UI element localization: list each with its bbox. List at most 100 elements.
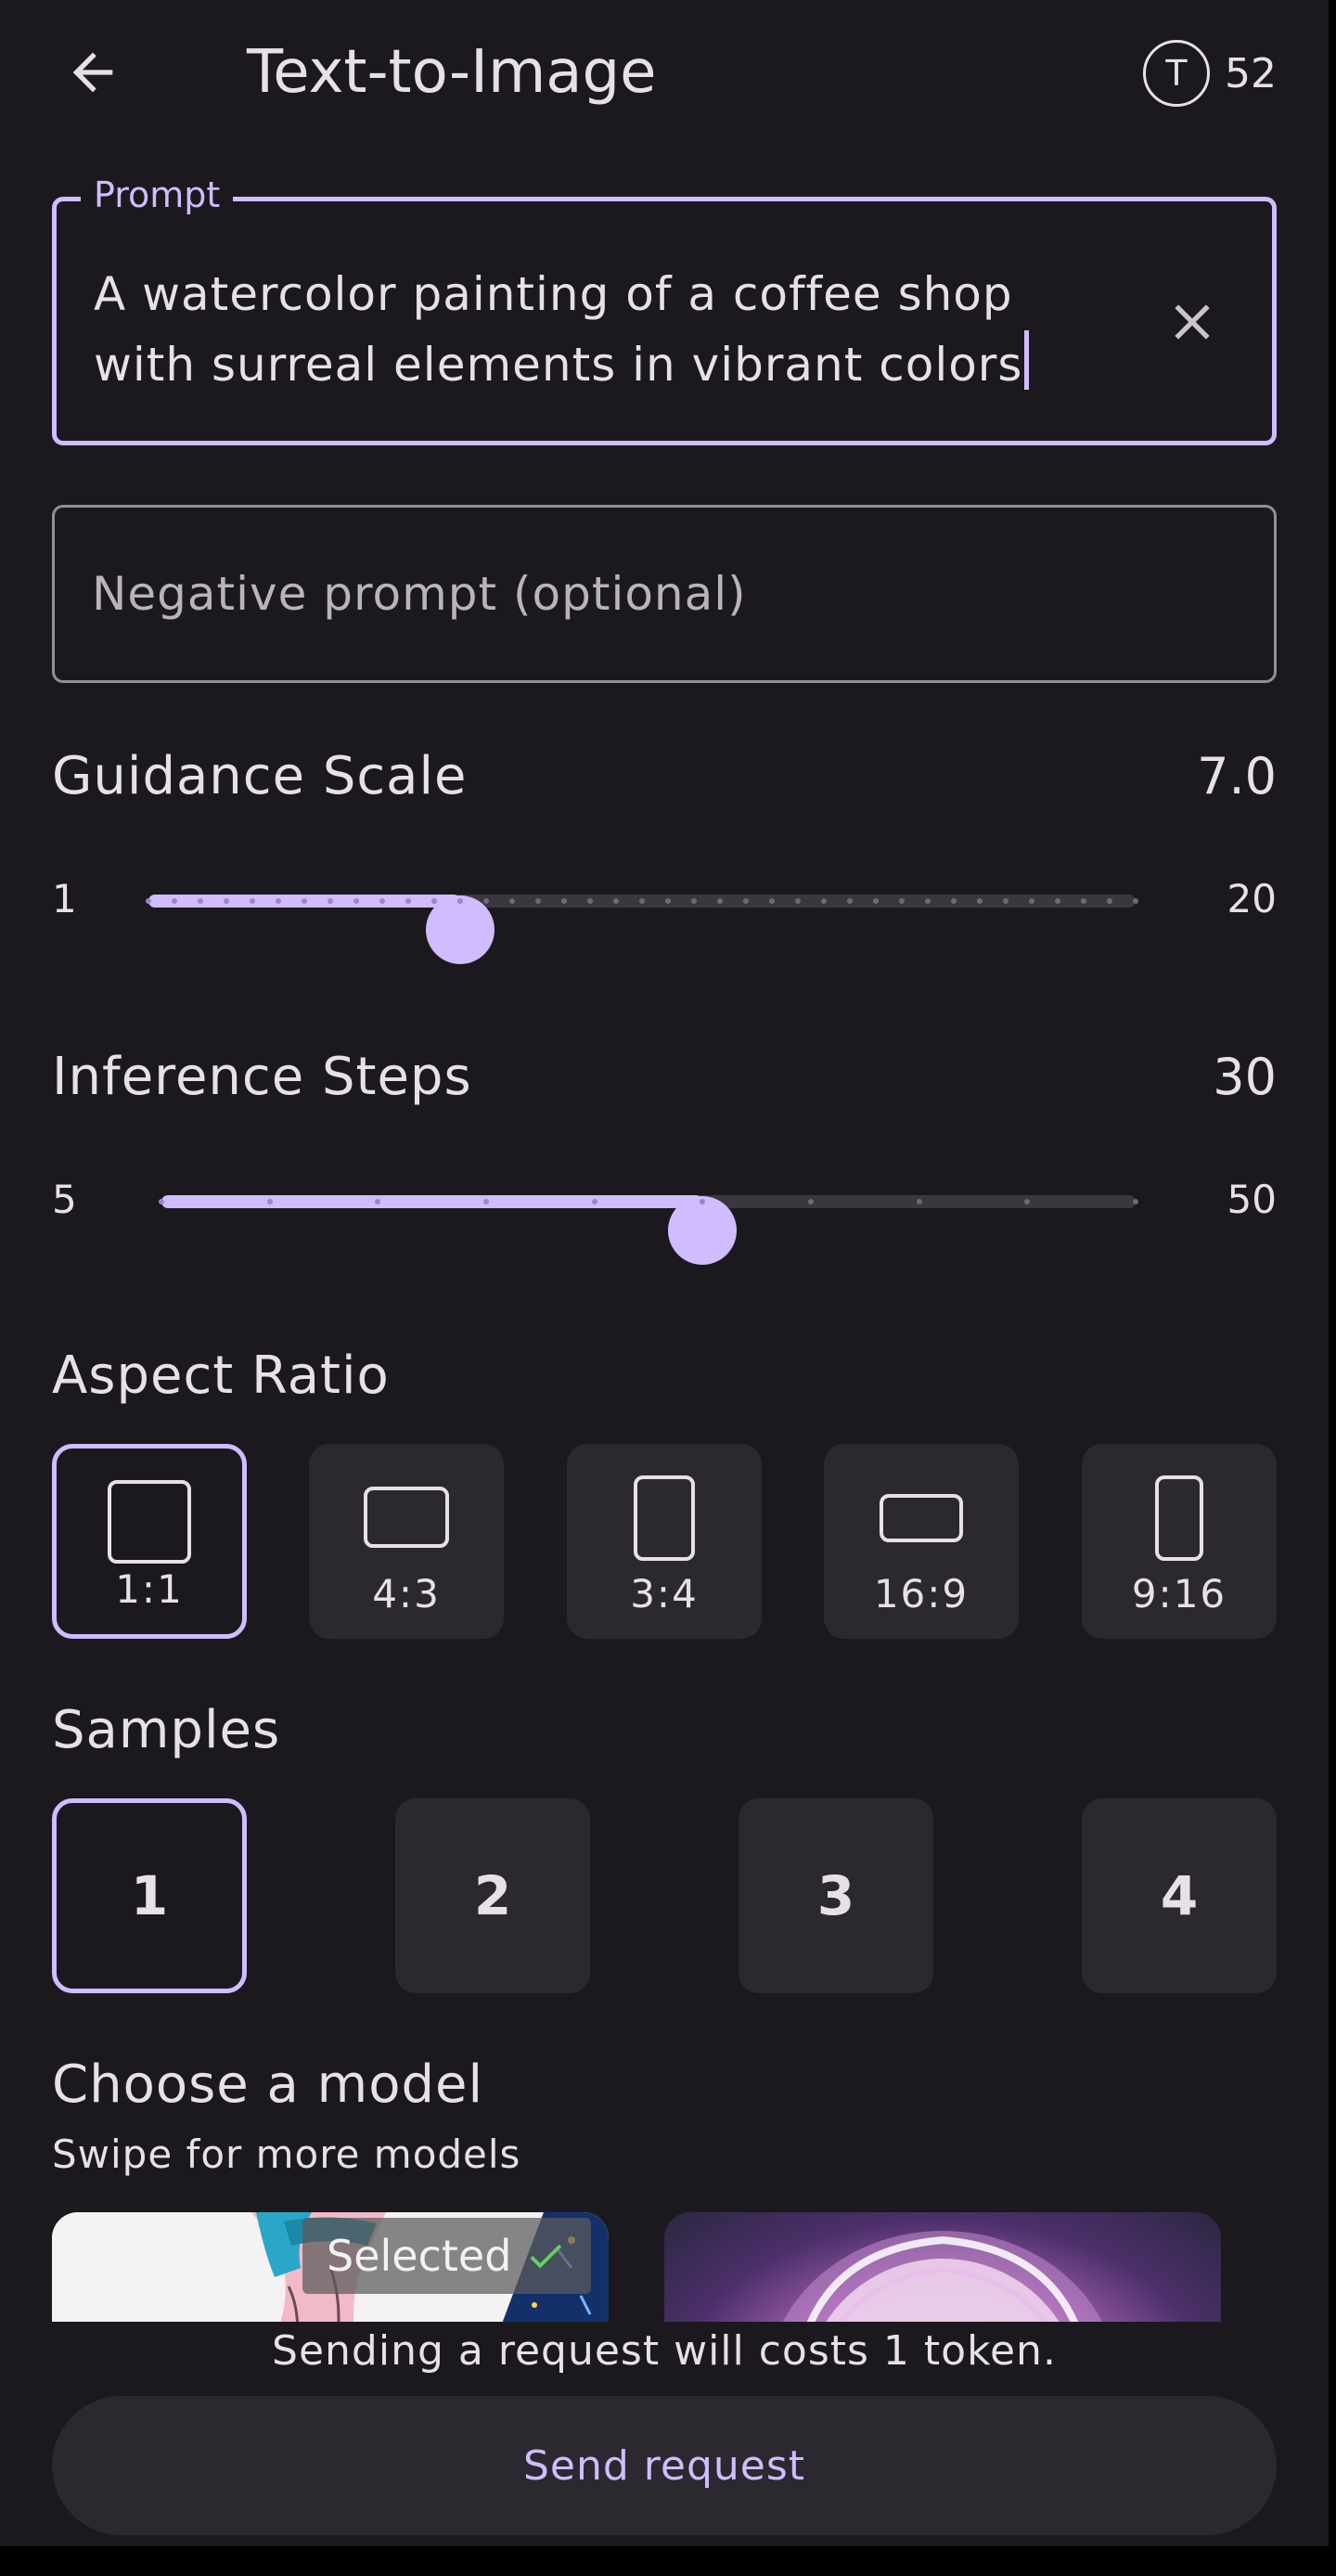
prompt-input[interactable]: A watercolor painting of a coffee shop w… <box>94 259 1114 400</box>
send-request-button[interactable]: Send request <box>52 2396 1277 2535</box>
selected-badge: Selected <box>302 2218 592 2294</box>
slider-tick <box>665 898 671 904</box>
slider-tick <box>925 898 931 904</box>
model-card-anime[interactable]: Selected <box>52 2212 609 2322</box>
guidance-min-label: 1 <box>52 876 77 921</box>
token-count: 52 <box>1225 49 1277 97</box>
slider-tick <box>916 1199 922 1204</box>
slider-tick <box>639 898 645 904</box>
aspect-ratio-9-16[interactable]: 9:16 <box>1082 1444 1277 1639</box>
negative-prompt-field[interactable] <box>52 505 1277 683</box>
slider-tick <box>1081 898 1086 904</box>
slider-tick <box>457 898 463 904</box>
slider-tick <box>873 898 879 904</box>
samples-option-4[interactable]: 4 <box>1082 1798 1277 1993</box>
clear-prompt-button[interactable] <box>1159 289 1226 355</box>
guidance-scale-slider[interactable] <box>146 895 1138 964</box>
guidance-scale-slider-row: 1 20 <box>52 863 1277 964</box>
inference-steps-slider[interactable] <box>159 1195 1138 1265</box>
inference-steps-value: 30 <box>1213 1048 1277 1106</box>
slider-tick <box>613 898 619 904</box>
samples-option-2[interactable]: 2 <box>395 1798 590 1993</box>
aspect-ratio-label: Aspect Ratio <box>52 1346 390 1406</box>
slider-tick <box>808 1199 814 1204</box>
steps-max-label: 50 <box>1227 1177 1277 1222</box>
square-ratio-icon <box>108 1480 191 1564</box>
choose-model-title: Choose a model <box>52 2054 484 2115</box>
slider-tick <box>1024 1199 1031 1204</box>
slider-tick <box>1055 898 1060 904</box>
prompt-field[interactable]: Prompt A watercolor painting of a coffee… <box>52 174 1277 445</box>
slider-tick <box>561 898 567 904</box>
slider-tick <box>899 898 905 904</box>
slider-tick <box>250 898 255 904</box>
guidance-max-label: 20 <box>1227 876 1277 921</box>
slider-tick <box>431 898 437 904</box>
steps-min-label: 5 <box>52 1177 77 1222</box>
model-carousel[interactable]: Selected <box>0 2212 1329 2322</box>
slider-tick <box>717 898 723 904</box>
portrait-model-preview <box>782 2231 1103 2322</box>
slider-tick <box>353 898 359 904</box>
inference-steps-slider-row: 5 50 <box>52 1164 1277 1265</box>
inference-steps-label: Inference Steps <box>52 1047 472 1107</box>
slider-tick <box>266 1199 273 1204</box>
slider-tick <box>977 898 983 904</box>
slider-tick <box>276 898 281 904</box>
slider-tick <box>483 898 489 904</box>
slider-tick <box>379 898 385 904</box>
aspect-ratio-3-4[interactable]: 3:4 <box>567 1444 762 1639</box>
guidance-slider-thumb[interactable] <box>426 895 495 964</box>
app-screen: Text-to-Image T 52 Prompt A watercolor p… <box>0 0 1329 2546</box>
slider-tick <box>769 898 775 904</box>
slider-tick <box>847 898 853 904</box>
arrow-back-icon <box>72 52 113 93</box>
token-balance[interactable]: T 52 <box>1143 39 1277 108</box>
slider-tick <box>146 898 151 904</box>
aspect-ratio-4-3[interactable]: 4:3 <box>309 1444 504 1639</box>
slider-tick <box>1133 1199 1138 1204</box>
check-icon <box>530 2244 562 2269</box>
slider-tick <box>587 898 593 904</box>
aspect-ratio-1-1[interactable]: 1:1 <box>52 1444 247 1639</box>
model-card-portrait[interactable] <box>664 2212 1221 2322</box>
token-cost-notice: Sending a request will costs 1 token. <box>272 2327 1057 2375</box>
slider-tick <box>1107 898 1112 904</box>
guidance-scale-value: 7.0 <box>1197 747 1277 805</box>
landscape-ratio-icon <box>364 1487 449 1548</box>
samples-option-label: 1 <box>130 1864 169 1927</box>
request-footer: Sending a request will costs 1 token. Se… <box>0 2322 1329 2546</box>
aspect-ratio-16-9[interactable]: 16:9 <box>824 1444 1019 1639</box>
close-icon <box>1175 304 1210 340</box>
app-bar: Text-to-Image T 52 <box>0 0 1329 145</box>
selected-badge-label: Selected <box>327 2231 512 2281</box>
text-caret <box>1024 330 1030 390</box>
samples-option-1[interactable]: 1 <box>52 1798 247 1993</box>
steps-slider-thumb[interactable] <box>668 1196 738 1265</box>
choose-model-subtitle: Swipe for more models <box>52 2132 521 2177</box>
ratio-label: 16:9 <box>873 1571 970 1616</box>
slider-tick <box>1003 898 1008 904</box>
steps-slider-fill <box>161 1195 703 1208</box>
ratio-label: 9:16 <box>1131 1571 1227 1616</box>
back-button[interactable] <box>52 35 134 109</box>
negative-prompt-input[interactable] <box>92 508 1224 680</box>
send-request-label: Send request <box>522 2441 806 2490</box>
prompt-label: Prompt <box>81 174 234 216</box>
slider-tick <box>691 898 697 904</box>
slider-tick <box>509 898 515 904</box>
slider-tick <box>795 898 801 904</box>
samples-option-label: 4 <box>1160 1864 1199 1927</box>
slider-tick <box>172 898 177 904</box>
slider-tick <box>535 898 541 904</box>
samples-options: 1 2 3 4 <box>52 1798 1277 1993</box>
portrait-ratio-icon <box>634 1475 695 1561</box>
samples-option-3[interactable]: 3 <box>739 1798 933 1993</box>
slider-tick <box>224 898 229 904</box>
ratio-label: 1:1 <box>115 1566 184 1612</box>
tall-ratio-icon <box>1155 1475 1203 1561</box>
slider-tick <box>743 898 749 904</box>
slider-tick <box>1133 898 1138 904</box>
samples-option-label: 2 <box>473 1864 512 1927</box>
guidance-scale-label: Guidance Scale <box>52 746 468 806</box>
